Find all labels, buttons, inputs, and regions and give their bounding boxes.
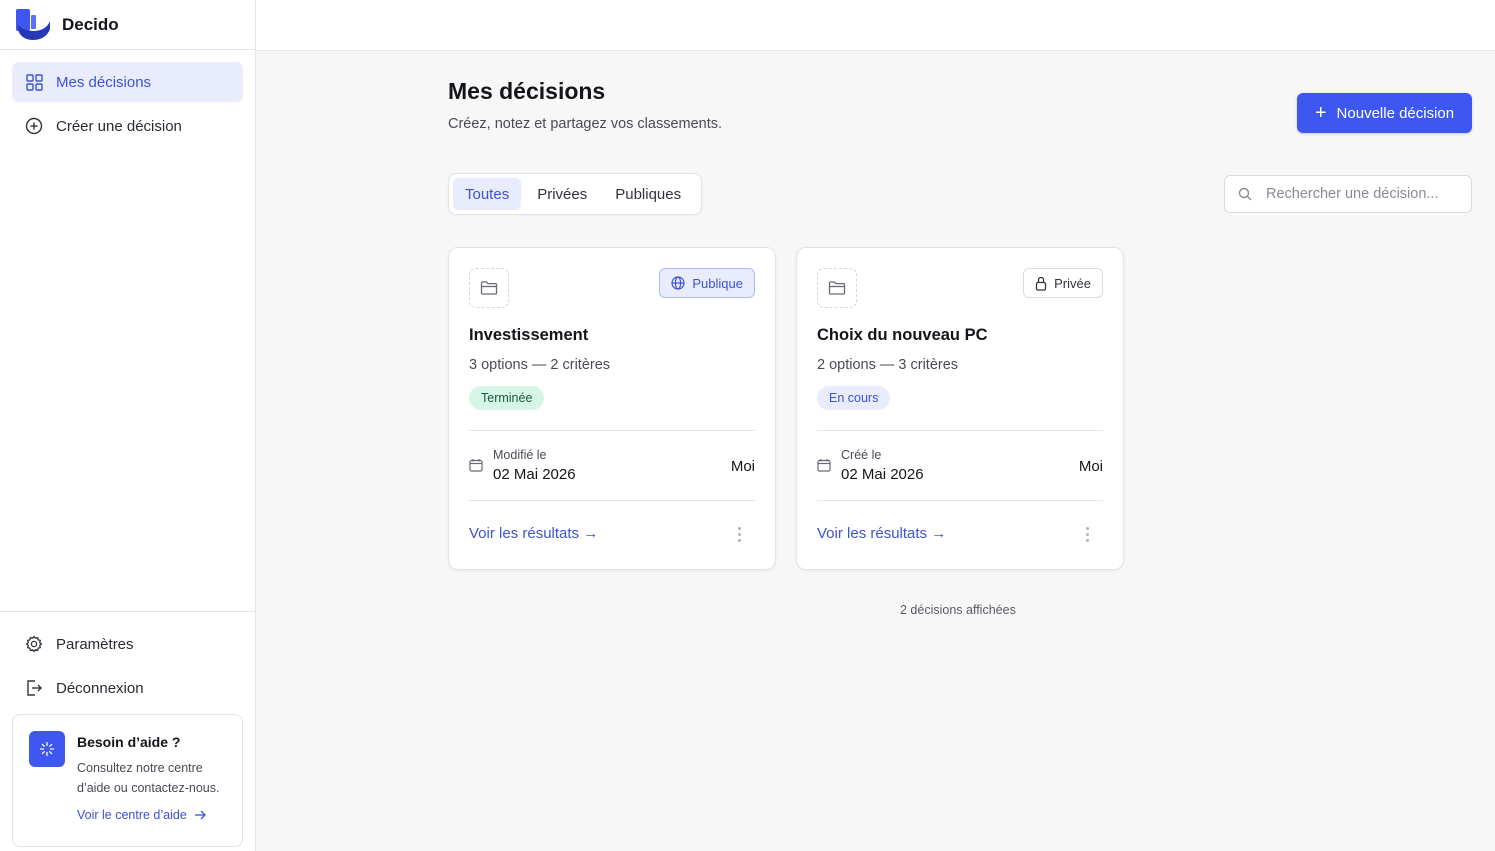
date-value: 02 Mai 2026 [493, 466, 576, 483]
results-count-text: 2 décisions affichées [900, 603, 1016, 617]
help-link-label: Voir le centre d’aide [77, 808, 187, 822]
sidebar: Decido Mes décisions Créer une décision [0, 0, 256, 851]
sparkle-icon [29, 731, 65, 767]
view-results-link[interactable]: Voir les résultats → [817, 525, 946, 542]
search-input[interactable] [1266, 186, 1456, 202]
more-options-icon[interactable] [1081, 524, 1093, 544]
status-badge: En cours [817, 386, 891, 410]
search-box [1224, 175, 1472, 213]
folder-icon [469, 268, 509, 308]
new-decision-button[interactable]: + Nouvelle décision [1297, 93, 1472, 133]
nav-item-parametres[interactable]: Paramètres [12, 624, 243, 664]
calendar-icon [469, 459, 483, 472]
divider [817, 430, 1103, 431]
nav-item-label: Paramètres [56, 635, 134, 653]
more-options-icon[interactable] [733, 524, 745, 544]
decision-card[interactable]: Privée Choix du nouveau PC 2 options — 3… [796, 247, 1124, 570]
card-meta: 2 options — 3 critères [817, 357, 959, 373]
visibility-badge: Privée [1023, 268, 1103, 298]
card-meta: 3 options — 2 critères [469, 357, 611, 373]
plus-icon: + [1314, 102, 1327, 124]
nav-item-label: Créer une décision [56, 117, 182, 135]
owner: Moi [730, 458, 755, 475]
visibility-label: Publique [692, 275, 743, 291]
nav-item-label: Déconnexion [56, 679, 144, 697]
tab-publiques[interactable]: Publiques [603, 178, 693, 210]
date-label: Modifié le [493, 448, 547, 462]
search-icon [1238, 187, 1252, 201]
view-results-link[interactable]: Voir les résultats → [469, 525, 598, 542]
owner: Moi [1078, 458, 1103, 475]
sidebar-bottom: Paramètres Déconnexion Besoin d’aide ? C… [0, 611, 255, 851]
main-nav: Mes décisions Créer une décision [0, 50, 255, 146]
globe-icon [671, 276, 685, 290]
nav-item-deconnexion[interactable]: Déconnexion [12, 668, 243, 708]
brand[interactable]: Decido [0, 0, 255, 50]
gear-icon [25, 635, 43, 653]
app-name: Decido [62, 14, 119, 34]
divider [469, 500, 755, 501]
decision-card[interactable]: Publique Investissement 3 options — 2 cr… [448, 247, 776, 570]
nav-item-label: Mes décisions [56, 73, 152, 91]
help-card: Besoin d’aide ? Consultez notre centre d… [12, 714, 243, 847]
arrow-right-icon [194, 810, 206, 820]
help-center-link[interactable]: Voir le centre d’aide [77, 808, 228, 822]
logout-icon [25, 679, 43, 697]
help-title: Besoin d’aide ? [77, 734, 181, 750]
date-label: Créé le [841, 448, 882, 462]
calendar-icon [817, 459, 831, 472]
topbar [256, 0, 1495, 51]
date-value: 02 Mai 2026 [841, 466, 924, 483]
plus-circle-icon [25, 117, 43, 135]
tab-privees[interactable]: Privées [525, 178, 599, 210]
grid-icon [25, 73, 43, 91]
folder-icon [817, 268, 857, 308]
divider [469, 430, 755, 431]
visibility-label: Privée [1054, 275, 1091, 291]
lock-icon [1035, 276, 1047, 291]
divider [817, 500, 1103, 501]
tab-toutes[interactable]: Toutes [453, 178, 522, 210]
filter-tabs: Toutes Privées Publiques [448, 173, 703, 215]
new-decision-label: Nouvelle décision [1336, 104, 1455, 122]
status-badge: Terminée [469, 386, 545, 410]
help-text: Consultez notre centre d’aide ou contact… [77, 761, 220, 795]
page-title: Mes décisions [448, 78, 606, 104]
card-title: Choix du nouveau PC [817, 326, 988, 344]
card-title: Investissement [469, 326, 589, 344]
nav-item-creer-decision[interactable]: Créer une décision [12, 106, 243, 146]
page-subtitle: Créez, notez et partagez vos classements… [448, 116, 723, 132]
nav-item-mes-decisions[interactable]: Mes décisions [12, 62, 243, 102]
decido-logo-icon [16, 8, 50, 40]
visibility-badge: Publique [659, 268, 755, 298]
